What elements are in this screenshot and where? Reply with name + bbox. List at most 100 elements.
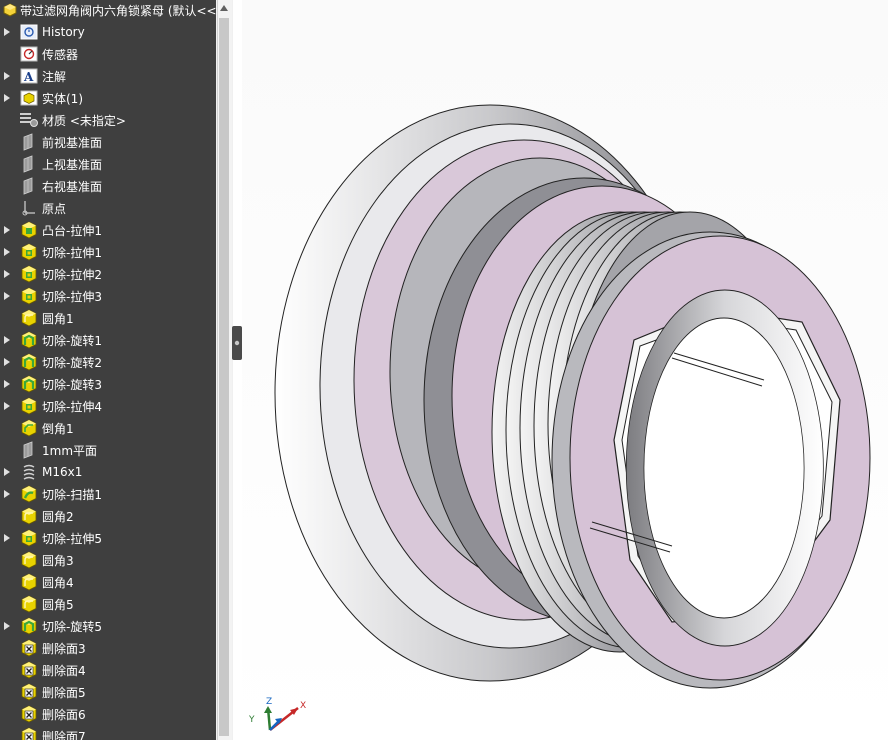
cut-extrude-icon [19, 265, 39, 283]
feature-tree-item[interactable]: 切除-旋转1 [0, 329, 216, 351]
feature-tree-item-label: 材质 <未指定> [42, 113, 126, 128]
feature-tree-item[interactable]: 上视基准面 [0, 153, 216, 175]
plane-icon [19, 177, 39, 195]
fillet-icon [19, 573, 39, 591]
feature-tree-item-label: 切除-拉伸2 [42, 267, 102, 282]
feature-tree-item-label: 切除-旋转5 [42, 619, 102, 634]
plane-icon [19, 441, 39, 459]
grip-dots-icon [234, 340, 240, 346]
delete-face-icon [19, 727, 39, 740]
expand-arrow-icon[interactable] [2, 247, 12, 257]
feature-tree-item-label: 删除面3 [42, 641, 86, 656]
feature-tree-item-label: 切除-旋转1 [42, 333, 102, 348]
feature-tree-item[interactable]: 前视基准面 [0, 131, 216, 153]
feature-tree-item[interactable]: 切除-拉伸4 [0, 395, 216, 417]
expand-arrow-icon[interactable] [2, 489, 12, 499]
feature-tree-item-label: 右视基准面 [42, 179, 103, 194]
tree-scrollbar[interactable] [216, 0, 233, 740]
y-axis-label: Y [248, 715, 255, 725]
feature-tree-item[interactable]: 删除面7 [0, 725, 216, 740]
part-icon [3, 3, 17, 17]
expand-arrow-icon[interactable] [2, 269, 12, 279]
panel-collapse-handle[interactable] [232, 326, 242, 360]
expand-arrow-icon[interactable] [2, 533, 12, 543]
feature-tree-item-label: 原点 [42, 201, 67, 216]
axis-triad: X Y Z [248, 697, 306, 731]
feature-tree-item[interactable]: 圆角2 [0, 505, 216, 527]
part-title-row[interactable]: 带过滤网角阀内六角锁紧母 (默认<< [0, 0, 216, 20]
delete-face-icon [19, 661, 39, 679]
expand-arrow-icon[interactable] [2, 467, 12, 477]
expand-arrow-icon[interactable] [2, 93, 12, 103]
thread-icon [19, 463, 39, 481]
feature-tree-item[interactable]: 1mm平面 [0, 439, 216, 461]
expand-arrow-icon[interactable] [2, 621, 12, 631]
feature-tree-item[interactable]: History [0, 21, 216, 43]
graphics-area[interactable]: X Y Z [242, 0, 888, 740]
expand-arrow-icon[interactable] [2, 27, 12, 37]
feature-tree-item[interactable]: 切除-旋转3 [0, 373, 216, 395]
part-title: 带过滤网角阀内六角锁紧母 (默认<< [20, 3, 216, 18]
expand-arrow-icon[interactable] [2, 335, 12, 345]
expand-arrow-icon[interactable] [2, 291, 12, 301]
feature-tree-item[interactable]: 删除面3 [0, 637, 216, 659]
feature-tree-item-label: 注解 [42, 69, 67, 84]
feature-tree-item-label: 切除-拉伸1 [42, 245, 102, 260]
feature-tree-item[interactable]: 切除-旋转5 [0, 615, 216, 637]
cut-extrude-icon [19, 529, 39, 547]
feature-tree-item[interactable]: 圆角3 [0, 549, 216, 571]
feature-tree-item[interactable]: A 注解 [0, 65, 216, 87]
expand-arrow-icon[interactable] [2, 225, 12, 235]
feature-tree-item[interactable]: 右视基准面 [0, 175, 216, 197]
expand-arrow-icon[interactable] [2, 71, 12, 81]
expand-arrow-icon[interactable] [2, 401, 12, 411]
feature-tree-item[interactable]: 切除-拉伸5 [0, 527, 216, 549]
feature-tree-item[interactable]: 传感器 [0, 43, 216, 65]
cut-revolve-icon [19, 617, 39, 635]
feature-tree-item[interactable]: 切除-拉伸2 [0, 263, 216, 285]
x-axis-label: X [300, 701, 306, 711]
expand-arrow-icon[interactable] [2, 357, 12, 367]
feature-tree-item[interactable]: 切除-拉伸3 [0, 285, 216, 307]
feature-tree-item-label: 切除-拉伸4 [42, 399, 102, 414]
feature-tree-item[interactable]: 圆角1 [0, 307, 216, 329]
feature-tree-item-label: 圆角4 [42, 575, 74, 590]
scrollbar-thumb[interactable] [219, 18, 229, 736]
scroll-up-arrow-icon[interactable] [219, 4, 229, 12]
feature-tree-item[interactable]: 凸台-拉伸1 [0, 219, 216, 241]
delete-face-icon [19, 705, 39, 723]
feature-tree-item[interactable]: 倒角1 [0, 417, 216, 439]
feature-tree-item[interactable]: 圆角4 [0, 571, 216, 593]
expand-arrow-icon[interactable] [2, 379, 12, 389]
cut-revolve-icon [19, 353, 39, 371]
feature-tree-item-label: History [42, 25, 85, 39]
feature-tree-item[interactable]: 切除-扫描1 [0, 483, 216, 505]
feature-tree-item[interactable]: 删除面6 [0, 703, 216, 725]
feature-tree-item-label: 圆角1 [42, 311, 74, 326]
feature-tree-item[interactable]: 切除-拉伸1 [0, 241, 216, 263]
feature-tree-item[interactable]: M16x1 [0, 461, 216, 483]
feature-tree-item[interactable]: 原点 [0, 197, 216, 219]
feature-tree-item[interactable]: 实体(1) [0, 87, 216, 109]
feature-tree-item-label: 实体(1) [42, 91, 83, 106]
feature-tree-item[interactable]: 材质 <未指定> [0, 109, 216, 131]
cut-sweep-icon [19, 485, 39, 503]
feature-tree-item[interactable]: 删除面5 [0, 681, 216, 703]
fillet-icon [19, 595, 39, 613]
feature-tree-item[interactable]: 切除-旋转2 [0, 351, 216, 373]
feature-tree-item[interactable]: 删除面4 [0, 659, 216, 681]
feature-tree-item-label: 切除-旋转3 [42, 377, 102, 392]
feature-tree-item[interactable]: 圆角5 [0, 593, 216, 615]
front-face [551, 231, 871, 689]
model-view [274, 104, 871, 689]
feature-list: History 传感器 A 注解实体(1) 材质 <未指定> 前视基准面 上视基准面右视基准… [0, 21, 216, 740]
